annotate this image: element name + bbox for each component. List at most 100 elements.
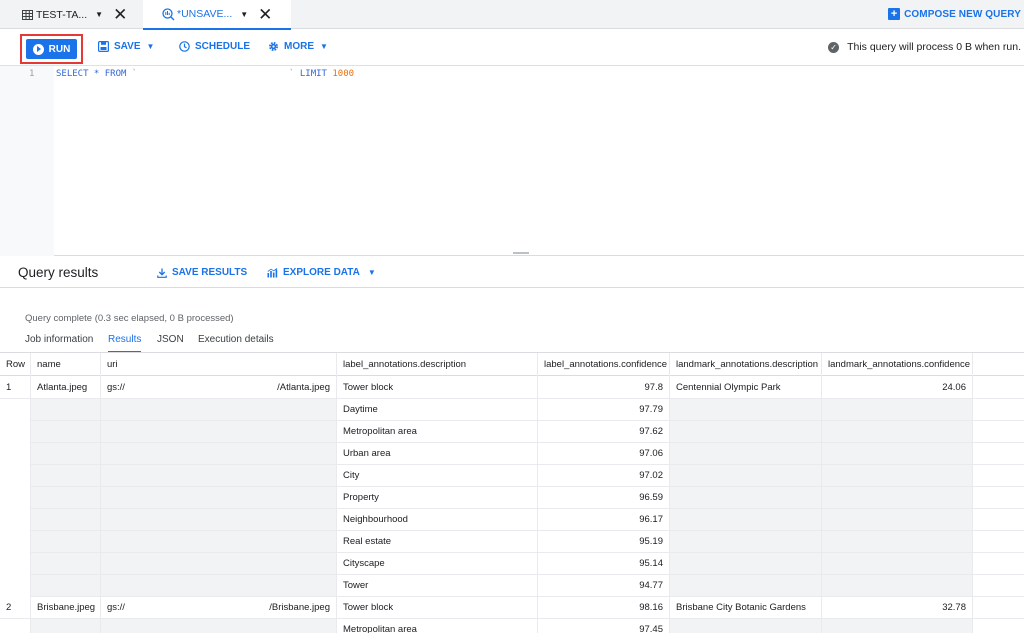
- save-icon: [98, 41, 109, 52]
- landmark-confidence-empty: [822, 619, 973, 633]
- label-confidence-cell: 96.17: [538, 509, 670, 531]
- name-cell-empty: [31, 399, 101, 421]
- column-header-landmark-confidence[interactable]: landmark_annotations.confidence: [822, 353, 973, 377]
- name-cell-empty: [31, 443, 101, 465]
- landmark-confidence-empty: [822, 443, 973, 465]
- uri-cell-empty: [101, 465, 337, 487]
- label-description-cell: Real estate: [337, 531, 538, 553]
- table-row: Metropolitan area 97.45: [0, 619, 1024, 633]
- table-reference: ` `: [131, 69, 295, 79]
- landmark-description-empty: [670, 399, 822, 421]
- table-row: Neighbourhood 96.17: [0, 509, 1024, 531]
- row-number-cell: 2: [0, 597, 31, 619]
- chevron-down-icon[interactable]: ▼: [240, 10, 248, 19]
- explore-data-button[interactable]: EXPLORE DATA ▼: [267, 267, 376, 278]
- column-header-blank: [973, 353, 1024, 377]
- compose-label: COMPOSE NEW QUERY: [904, 8, 1021, 20]
- code-line[interactable]: SELECT * FROM ` ` LIMIT 1000: [56, 69, 354, 79]
- table-row: Metropolitan area 97.62: [0, 421, 1024, 443]
- tab-execution-details[interactable]: Execution details: [198, 334, 274, 345]
- label-description-cell: Cityscape: [337, 553, 538, 575]
- close-icon[interactable]: ✕: [113, 6, 127, 23]
- query-editor[interactable]: 1 SELECT * FROM ` ` LIMIT 1000: [0, 66, 1024, 256]
- row-number-cell: [0, 399, 31, 421]
- uri-cell: gs:// /Atlanta.jpeg: [101, 377, 337, 399]
- column-header-landmark-description[interactable]: landmark_annotations.description: [670, 353, 822, 377]
- name-cell-empty: [31, 421, 101, 443]
- table-row: 2 Brisbane.jpeg gs:// /Brisbane.jpeg Tower b…: [0, 597, 1024, 619]
- landmark-confidence-cell: 24.06: [822, 377, 973, 399]
- label-description-cell: City: [337, 465, 538, 487]
- more-button[interactable]: MORE ▼: [268, 41, 328, 52]
- blank-cell: [973, 509, 1024, 531]
- save-label: SAVE: [114, 41, 141, 52]
- save-button[interactable]: SAVE ▼: [98, 41, 154, 52]
- landmark-description-cell: Brisbane City Botanic Gardens: [670, 597, 822, 619]
- row-number-cell: [0, 421, 31, 443]
- column-header-label-description[interactable]: label_annotations.description: [337, 353, 538, 377]
- landmark-confidence-empty: [822, 531, 973, 553]
- landmark-description-empty: [670, 553, 822, 575]
- blank-cell: [973, 399, 1024, 421]
- label-description-cell: Tower block: [337, 597, 538, 619]
- row-number-cell: [0, 575, 31, 597]
- label-confidence-cell: 97.8: [538, 377, 670, 399]
- line-number: 1: [29, 69, 35, 79]
- landmark-confidence-empty: [822, 421, 973, 443]
- tab-json[interactable]: JSON: [157, 334, 184, 345]
- tab-job-information[interactable]: Job information: [25, 334, 93, 345]
- tab-unsaved-query[interactable]: *UNSAVE... ▼ ✕: [143, 0, 291, 30]
- name-cell-empty: [31, 531, 101, 553]
- download-icon: [157, 268, 167, 278]
- column-header-uri[interactable]: uri: [101, 353, 337, 377]
- column-header-name[interactable]: name: [31, 353, 101, 377]
- label-confidence-cell: 94.77: [538, 575, 670, 597]
- more-label: MORE: [284, 41, 314, 52]
- label-confidence-cell: 97.02: [538, 465, 670, 487]
- label-description-cell: Property: [337, 487, 538, 509]
- close-icon[interactable]: ✕: [258, 6, 272, 23]
- table-row: Cityscape 95.14: [0, 553, 1024, 575]
- name-cell-empty: [31, 575, 101, 597]
- table-icon: [20, 8, 34, 22]
- landmark-confidence-empty: [822, 487, 973, 509]
- save-results-button[interactable]: SAVE RESULTS: [157, 267, 247, 278]
- landmark-description-empty: [670, 619, 822, 633]
- chevron-down-icon[interactable]: ▼: [95, 10, 103, 19]
- row-number-cell: [0, 619, 31, 633]
- column-header-label-confidence[interactable]: label_annotations.confidence: [538, 353, 670, 377]
- uri-prefix: gs://: [107, 382, 125, 393]
- tab-results[interactable]: Results: [108, 334, 142, 353]
- uri-cell: gs:// /Brisbane.jpeg: [101, 597, 337, 619]
- schedule-button[interactable]: SCHEDULE: [179, 41, 250, 52]
- row-number-cell: [0, 443, 31, 465]
- label-description-cell: Tower block: [337, 377, 538, 399]
- blank-cell: [973, 377, 1024, 399]
- column-header-row[interactable]: Row: [0, 353, 31, 377]
- blank-cell: [973, 575, 1024, 597]
- run-button[interactable]: RUN: [26, 39, 77, 59]
- table-row: Real estate 95.19: [0, 531, 1024, 553]
- uri-prefix: gs://: [107, 602, 125, 613]
- uri-cell-empty: [101, 575, 337, 597]
- uri-cell-empty: [101, 509, 337, 531]
- name-cell: Brisbane.jpeg: [31, 597, 101, 619]
- landmark-confidence-empty: [822, 399, 973, 421]
- tab-test-table[interactable]: TEST-TA... ▼ ✕: [0, 0, 138, 29]
- gear-icon: [268, 41, 279, 52]
- uri-cell-empty: [101, 553, 337, 575]
- compose-new-query-button[interactable]: + COMPOSE NEW QUERY: [888, 8, 1021, 20]
- results-title: Query results: [18, 265, 99, 280]
- table-row: 1 Atlanta.jpeg gs:// /Atlanta.jpeg Tower blo…: [0, 377, 1024, 399]
- label-description-cell: Neighbourhood: [337, 509, 538, 531]
- resize-handle[interactable]: [513, 252, 529, 254]
- landmark-description-empty: [670, 443, 822, 465]
- status-text: This query will process 0 B when run.: [847, 41, 1021, 53]
- run-label: RUN: [48, 43, 71, 55]
- blank-cell: [973, 553, 1024, 575]
- landmark-description-empty: [670, 509, 822, 531]
- limit-value: 1000: [332, 69, 355, 79]
- name-cell-empty: [31, 619, 101, 633]
- uri-suffix: /Atlanta.jpeg: [277, 382, 330, 393]
- label-confidence-cell: 97.45: [538, 619, 670, 633]
